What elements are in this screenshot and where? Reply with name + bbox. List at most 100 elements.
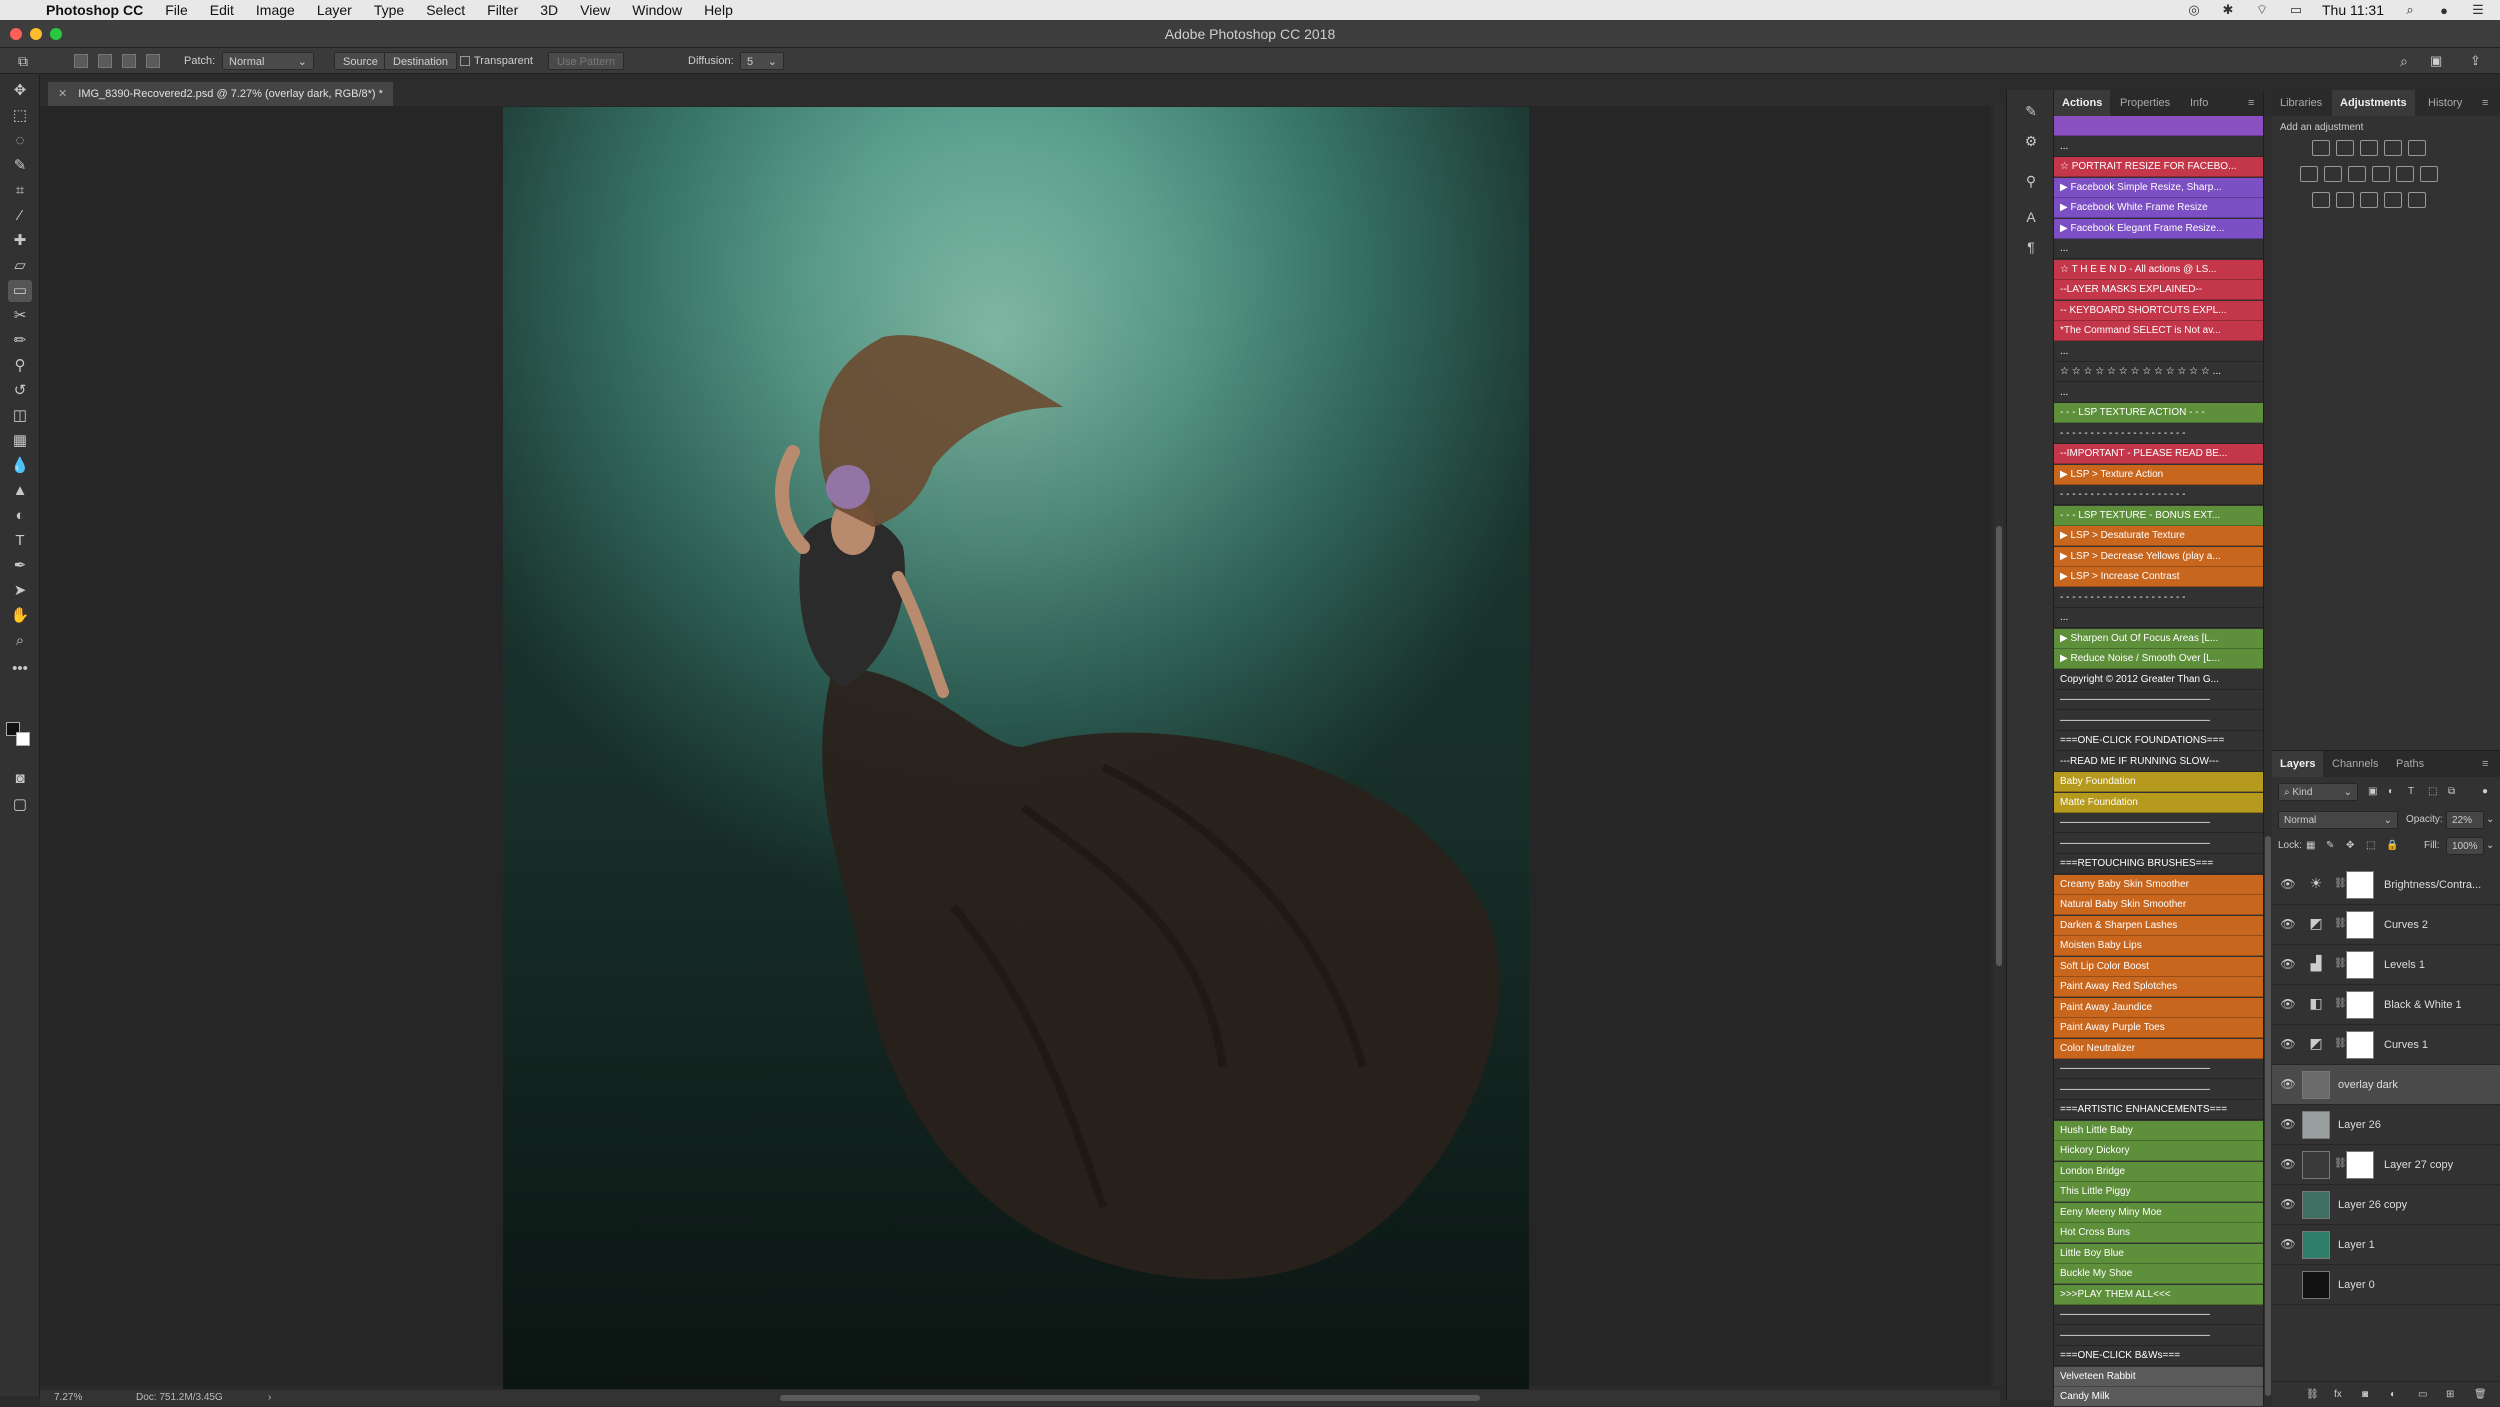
- edit-toolbar-icon[interactable]: •••: [8, 658, 32, 680]
- color-balance-icon[interactable]: [2324, 166, 2342, 182]
- path-selection-tool-icon[interactable]: ➤: [8, 580, 32, 602]
- layer-row[interactable]: 👁 overlay dark: [2272, 1065, 2500, 1105]
- gradient-tool-icon[interactable]: ▦: [8, 430, 32, 452]
- document-size[interactable]: Doc: 751.2M/3.45G: [136, 1390, 223, 1406]
- visibility-eye-icon[interactable]: 👁: [2280, 1237, 2296, 1253]
- filter-adjustment-icon[interactable]: ◐: [2388, 783, 2394, 801]
- layer-row[interactable]: 👁 ◩ ⛓ Curves 2: [2272, 905, 2500, 945]
- background-color-swatch[interactable]: [16, 732, 30, 746]
- action-item[interactable]: ☆ PORTRAIT RESIZE FOR FACEBO...: [2054, 157, 2263, 177]
- mask-link-icon[interactable]: ⛓: [2334, 878, 2347, 889]
- action-item[interactable]: Soft Lip Color Boost: [2054, 956, 2263, 977]
- filter-shape-icon[interactable]: ⬚: [2428, 783, 2437, 801]
- action-item[interactable]: - - - LSP TEXTURE - BONUS EXT...: [2054, 505, 2263, 526]
- action-item[interactable]: Darken & Sharpen Lashes: [2054, 915, 2263, 936]
- layer-mask-thumbnail[interactable]: [2346, 951, 2374, 979]
- lasso-tool-icon[interactable]: ◌: [8, 130, 32, 152]
- brush-settings-icon[interactable]: ✎: [2019, 100, 2043, 122]
- action-item[interactable]: Hush Little Baby: [2054, 1120, 2263, 1141]
- fill-input[interactable]: 100%: [2446, 837, 2484, 855]
- quick-selection-tool-icon[interactable]: ✎: [8, 155, 32, 177]
- brightness-contrast-icon[interactable]: [2312, 140, 2330, 156]
- source-button[interactable]: Source: [334, 52, 387, 70]
- action-item[interactable]: ===ARTISTIC ENHANCEMENTS===: [2054, 1100, 2263, 1120]
- layer-row[interactable]: 👁 Layer 26 copy: [2272, 1185, 2500, 1225]
- screen-mode-icon[interactable]: ▢: [8, 794, 32, 816]
- action-item[interactable]: ▶ Facebook Simple Resize, Sharp...: [2054, 177, 2263, 198]
- add-mask-icon[interactable]: ◙: [2362, 1386, 2368, 1404]
- filter-type-icon[interactable]: T: [2408, 783, 2414, 801]
- zoom-window-button[interactable]: [50, 28, 62, 40]
- mask-link-icon[interactable]: ⛓: [2334, 918, 2347, 929]
- action-item[interactable]: - - - LSP TEXTURE ACTION - - -: [2054, 403, 2263, 423]
- close-window-button[interactable]: [10, 28, 22, 40]
- action-item[interactable]: ▶ Sharpen Out Of Focus Areas [L...: [2054, 628, 2263, 649]
- visibility-eye-icon[interactable]: 👁: [2280, 1117, 2296, 1133]
- diffusion-select[interactable]: 5 ⌄: [740, 52, 784, 70]
- menu-window[interactable]: Window: [632, 2, 682, 18]
- action-item[interactable]: This Little Piggy: [2054, 1182, 2263, 1202]
- action-item[interactable]: ———————————————: [2054, 1059, 2263, 1079]
- action-item[interactable]: [2054, 116, 2263, 136]
- action-item[interactable]: ===ONE-CLICK FOUNDATIONS===: [2054, 731, 2263, 751]
- hue-saturation-icon[interactable]: [2300, 166, 2318, 182]
- menu-3d[interactable]: 3D: [540, 2, 558, 18]
- intersect-selection-icon[interactable]: [146, 54, 160, 68]
- move-tool-icon[interactable]: ✥: [8, 80, 32, 102]
- patch-mode-select[interactable]: Normal ⌄: [222, 52, 314, 70]
- search-icon[interactable]: ⌕: [2400, 52, 2408, 70]
- tab-info[interactable]: Info: [2182, 90, 2216, 116]
- visibility-eye-icon[interactable]: 👁: [2280, 917, 2296, 933]
- action-item[interactable]: ▶ Reduce Noise / Smooth Over [L...: [2054, 649, 2263, 669]
- destination-button[interactable]: Destination: [384, 52, 458, 70]
- brush-presets-icon[interactable]: ⚙: [2019, 130, 2043, 152]
- selective-color-icon[interactable]: [2384, 192, 2402, 208]
- action-item[interactable]: Paint Away Jaundice: [2054, 997, 2263, 1018]
- tab-paths[interactable]: Paths: [2388, 751, 2432, 777]
- action-item[interactable]: Color Neutralizer: [2054, 1038, 2263, 1059]
- opacity-chevron-icon[interactable]: ⌄: [2486, 811, 2494, 829]
- character-icon[interactable]: A: [2019, 206, 2043, 228]
- layer-thumbnail[interactable]: [2302, 1231, 2330, 1259]
- action-item[interactable]: ▶ LSP > Increase Contrast: [2054, 567, 2263, 587]
- crop-tool-icon[interactable]: ⌗: [8, 180, 32, 202]
- notification-center-icon[interactable]: ☰: [2470, 2, 2486, 17]
- action-item[interactable]: ...: [2054, 136, 2263, 157]
- lock-transparent-icon[interactable]: ▦: [2306, 837, 2315, 855]
- filter-pixel-icon[interactable]: ▣: [2368, 783, 2377, 801]
- layer-name[interactable]: Brightness/Contra...: [2384, 865, 2481, 905]
- action-item[interactable]: ▶ Facebook White Frame Resize: [2054, 198, 2263, 218]
- type-tool-icon[interactable]: T: [8, 530, 32, 552]
- action-item[interactable]: Hickory Dickory: [2054, 1141, 2263, 1161]
- pen-tool-icon[interactable]: ✒: [8, 555, 32, 577]
- visibility-eye-icon[interactable]: 👁: [2280, 1157, 2296, 1173]
- lock-all-icon[interactable]: 🔒: [2386, 837, 2398, 855]
- sharpen-tool-icon[interactable]: ▲: [8, 480, 32, 502]
- cc-icon[interactable]: ◎: [2186, 2, 2202, 17]
- layer-thumbnail[interactable]: [2302, 1271, 2330, 1299]
- exposure-icon[interactable]: [2384, 140, 2402, 156]
- actions-scrollbar[interactable]: [2264, 116, 2272, 1406]
- action-item[interactable]: Creamy Baby Skin Smoother: [2054, 874, 2263, 895]
- history-brush-tool-icon[interactable]: ↺: [8, 380, 32, 402]
- new-layer-icon[interactable]: ⊞: [2446, 1386, 2454, 1404]
- layer-thumbnail[interactable]: [2302, 1151, 2330, 1179]
- action-item[interactable]: - - - - - - - - - - - - - - - - - - - - …: [2054, 423, 2263, 444]
- clock[interactable]: Thu 11:31: [2322, 2, 2384, 18]
- zoom-tool-icon[interactable]: ⌕: [8, 630, 32, 652]
- black-white-icon[interactable]: [2348, 166, 2366, 182]
- action-item[interactable]: --LAYER MASKS EXPLAINED--: [2054, 280, 2263, 300]
- action-item[interactable]: Paint Away Purple Toes: [2054, 1018, 2263, 1038]
- action-item[interactable]: Candy Milk: [2054, 1387, 2263, 1406]
- fill-chevron-icon[interactable]: ⌄: [2486, 837, 2494, 855]
- action-item[interactable]: ———————————————: [2054, 1079, 2263, 1100]
- action-item[interactable]: Copyright © 2012 Greater Than G...: [2054, 669, 2263, 690]
- menu-select[interactable]: Select: [426, 2, 465, 18]
- menu-file[interactable]: File: [165, 2, 188, 18]
- action-item[interactable]: ———————————————: [2054, 833, 2263, 854]
- add-to-selection-icon[interactable]: [98, 54, 112, 68]
- layer-name[interactable]: Curves 1: [2384, 1025, 2428, 1065]
- action-item[interactable]: ☆ ☆ ☆ ☆ ☆ ☆ ☆ ☆ ☆ ☆ ☆ ☆ ☆ ...: [2054, 362, 2263, 382]
- layer-mask-thumbnail[interactable]: [2346, 871, 2374, 899]
- tab-properties[interactable]: Properties: [2112, 90, 2178, 116]
